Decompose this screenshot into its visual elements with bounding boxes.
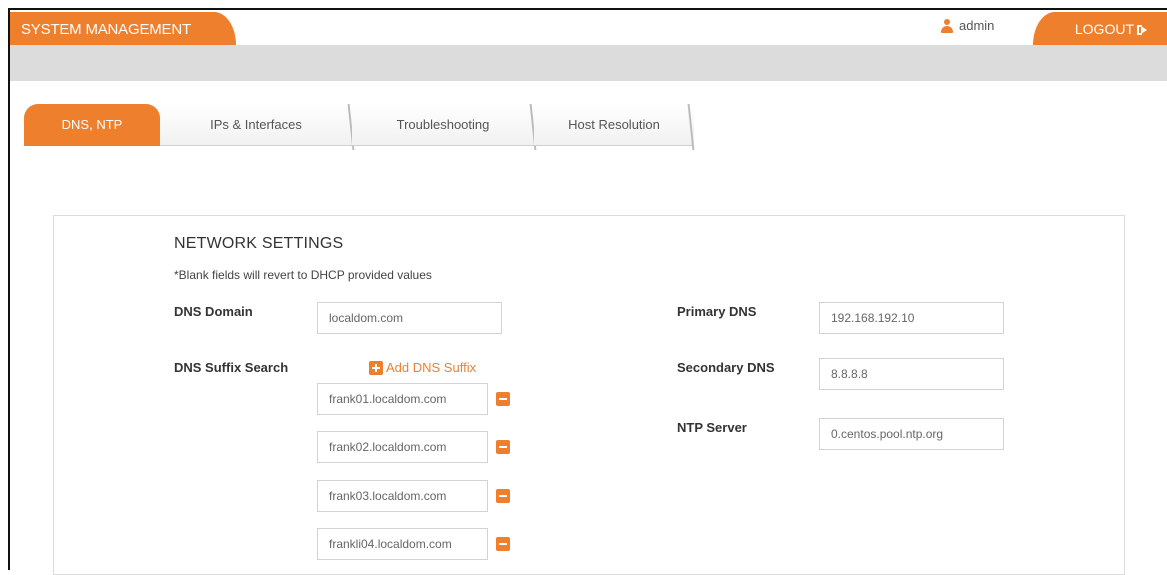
add-dns-suffix-label: Add DNS Suffix xyxy=(386,360,477,375)
logout-button[interactable]: LOGOUT xyxy=(1033,12,1167,45)
ntp-server-input[interactable] xyxy=(819,418,1004,450)
remove-suffix-icon[interactable] xyxy=(496,537,510,551)
tab-dns-ntp[interactable]: DNS, NTP xyxy=(24,104,160,146)
dns-domain-label: DNS Domain xyxy=(174,304,253,319)
section-title: NETWORK SETTINGS xyxy=(174,235,344,252)
remove-suffix-icon[interactable] xyxy=(496,392,510,406)
dns-suffix-input[interactable] xyxy=(317,528,488,560)
primary-dns-input[interactable] xyxy=(819,302,1004,334)
sign-out-icon xyxy=(1137,25,1147,35)
ntp-server-label: NTP Server xyxy=(677,420,747,435)
dns-suffix-input[interactable] xyxy=(317,431,488,463)
logout-label: LOGOUT xyxy=(1074,21,1134,37)
user-info: admin xyxy=(941,18,994,33)
secondary-dns-label: Secondary DNS xyxy=(677,360,775,375)
tab-troubleshooting[interactable]: Troubleshooting xyxy=(352,104,534,146)
username: admin xyxy=(959,18,995,33)
dns-suffix-input[interactable] xyxy=(317,383,488,415)
dns-suffix-input[interactable] xyxy=(317,480,488,512)
remove-suffix-icon[interactable] xyxy=(496,440,510,454)
dns-suffix-label: DNS Suffix Search xyxy=(174,360,289,375)
remove-suffix-icon[interactable] xyxy=(496,489,510,503)
app-title: SYSTEM MANAGEMENT xyxy=(10,12,236,45)
add-dns-suffix-link[interactable]: Add DNS Suffix xyxy=(369,360,476,375)
toolbar-strip xyxy=(10,45,1167,81)
tab-host-resolution[interactable]: Host Resolution xyxy=(534,104,694,146)
user-icon xyxy=(941,18,953,33)
dns-domain-input[interactable] xyxy=(317,302,502,334)
tab-ips-interfaces[interactable]: IPs & Interfaces xyxy=(160,104,352,146)
secondary-dns-input[interactable] xyxy=(819,358,1004,390)
dhcp-note: *Blank fields will revert to DHCP provid… xyxy=(174,268,432,282)
plus-icon xyxy=(369,360,383,375)
primary-dns-label: Primary DNS xyxy=(677,304,757,319)
